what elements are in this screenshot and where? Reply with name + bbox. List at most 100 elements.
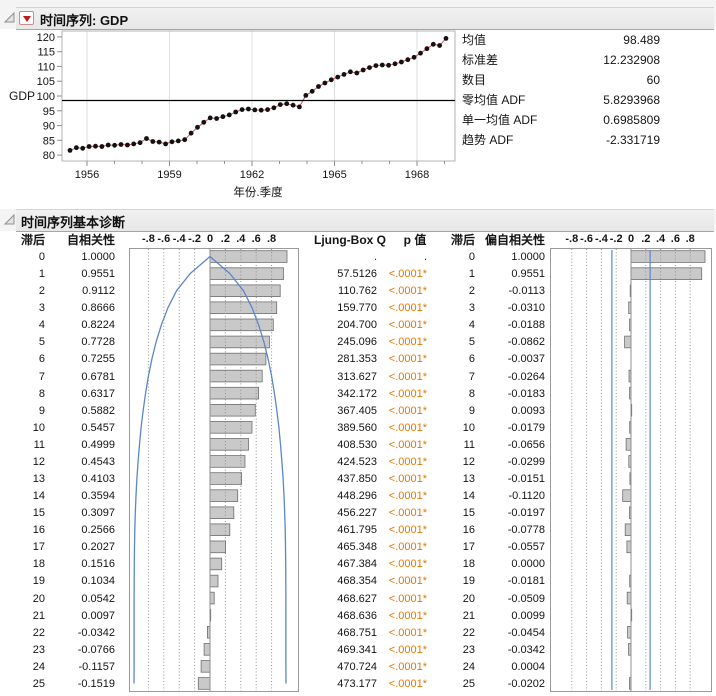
y-tick-label: 100 xyxy=(37,91,55,103)
table-cell: 5 xyxy=(38,336,45,349)
acf-bar xyxy=(209,506,235,519)
table-cell: 25 xyxy=(462,677,475,690)
data-point xyxy=(188,130,194,136)
table-cell: 0.3594 xyxy=(81,490,115,503)
axis-tick-label: -.6 xyxy=(157,233,171,245)
data-point xyxy=(86,144,92,149)
table-cell: 0.7255 xyxy=(81,353,115,366)
table-cell: 5 xyxy=(468,336,475,349)
table-cell: 0.3097 xyxy=(81,507,115,520)
acf-bar xyxy=(209,421,253,434)
data-point xyxy=(430,41,436,47)
table-cell: <.0001* xyxy=(388,421,427,434)
table-cell: 0.4103 xyxy=(81,473,115,486)
x-tick-label: 1962 xyxy=(240,169,264,181)
pacf-bar xyxy=(627,625,632,639)
data-point xyxy=(252,107,258,113)
table-cell: 21 xyxy=(32,609,45,622)
data-point xyxy=(360,67,366,73)
axis-tick-label: .2 xyxy=(220,233,230,245)
table-cell: <.0001* xyxy=(388,370,427,383)
table-cell: 6 xyxy=(468,353,475,366)
x-axis-title: 年份.季度 xyxy=(233,185,283,199)
table-cell: 12 xyxy=(462,455,475,468)
table-cell: <.0001* xyxy=(388,319,427,332)
table-cell: 0.4999 xyxy=(81,438,115,451)
acf-bar xyxy=(209,557,223,571)
table-cell: 1.0000 xyxy=(81,251,115,263)
table-cell: 24 xyxy=(32,660,45,673)
x-tick-label: 1965 xyxy=(322,169,346,181)
table-cell: 1 xyxy=(468,268,475,281)
table-cell: <.0001* xyxy=(388,524,427,537)
header-pacf: 偏自相关性 xyxy=(485,233,546,247)
pacf-bar xyxy=(630,267,703,280)
stat-row-trend-adf: 趋势 ADF -2.331719 xyxy=(462,130,660,150)
header-lag2: 滞后 xyxy=(450,233,475,247)
table-cell: -0.1519 xyxy=(77,677,115,690)
data-point xyxy=(246,106,251,112)
panel2-title: 时间序列基本诊断 xyxy=(21,215,126,230)
header-p-value: p 值 xyxy=(403,233,427,247)
stat-label: 数目 xyxy=(462,73,487,87)
data-point xyxy=(418,50,423,56)
acf-bar xyxy=(209,318,274,332)
disclosure-open-icon[interactable] xyxy=(3,213,16,226)
table-cell: 25 xyxy=(32,677,45,690)
table-cell: 24 xyxy=(462,660,475,673)
table-cell: <.0001* xyxy=(388,353,427,366)
acf-bar xyxy=(209,489,239,502)
axis-tick-label: -.4 xyxy=(594,233,608,245)
axis-tick-label: -.2 xyxy=(188,233,202,245)
jmp-report-window: 时间序列: GDP GDP 年份.季度 80 85 90 95 100 105 110 115… xyxy=(0,0,716,696)
table-cell: 17 xyxy=(462,541,475,554)
data-point xyxy=(443,36,449,41)
data-point xyxy=(354,70,360,76)
pacf-bar xyxy=(626,591,632,605)
axis-tick-label: .6 xyxy=(251,233,261,245)
table-cell: -0.0509 xyxy=(507,592,545,605)
table-cell: 8 xyxy=(468,387,475,400)
table-cell: 0.6781 xyxy=(81,370,115,383)
table-cell: -0.0037 xyxy=(507,353,545,366)
data-point xyxy=(348,69,353,75)
pacf-axis-labels: -.8 -.6 -.4 -.2 0 .2 .4 .6 .8 xyxy=(550,233,712,248)
stat-value: 0.6985809 xyxy=(603,113,660,127)
table-cell: <.0001* xyxy=(388,592,427,605)
data-point xyxy=(220,114,226,120)
data-point xyxy=(195,124,200,130)
pacf-bar xyxy=(624,335,632,349)
acf-bar xyxy=(209,369,263,383)
table-cell: -0.1120 xyxy=(508,490,546,503)
table-cell: <.0001* xyxy=(388,473,427,486)
stat-row-std: 标准差 12.232908 xyxy=(462,50,660,70)
stat-label: 零均值 ADF xyxy=(462,93,526,107)
table-cell: 23 xyxy=(32,643,45,656)
lag2-column: 0 1 2 3 4 5 6 7 8 9 10 11 12 13 14 15 16 17 18 19 20 21 22 23 24… xyxy=(445,249,475,693)
table-cell: 0.8224 xyxy=(81,319,115,332)
disclosure-open-icon[interactable] xyxy=(3,11,16,24)
data-point xyxy=(105,142,111,148)
axis-tick-label: .6 xyxy=(670,233,680,245)
axis-tick-label: .8 xyxy=(685,233,695,245)
y-tick-label: 80 xyxy=(43,150,55,162)
table-cell: -0.0188 xyxy=(507,319,545,332)
table-cell: 4 xyxy=(468,319,475,332)
table-cell: -0.0197 xyxy=(507,507,545,520)
table-cell: 10 xyxy=(462,421,475,434)
axis-tick-label: 0 xyxy=(627,233,635,245)
stat-value: -2.331719 xyxy=(605,133,660,147)
table-cell: 1 xyxy=(38,268,45,281)
data-point xyxy=(144,136,149,141)
data-point xyxy=(118,142,124,147)
data-point xyxy=(214,116,220,121)
table-cell: <.0001* xyxy=(388,643,427,656)
table-cell: 18 xyxy=(462,558,475,571)
acf-chart xyxy=(129,248,299,692)
table-cell: 22 xyxy=(32,626,45,639)
red-triangle-menu-button[interactable] xyxy=(19,11,34,25)
data-point xyxy=(316,84,321,89)
table-cell: 0.0093 xyxy=(511,404,545,417)
table-cell: <.0001* xyxy=(388,575,427,588)
data-point xyxy=(226,112,232,118)
